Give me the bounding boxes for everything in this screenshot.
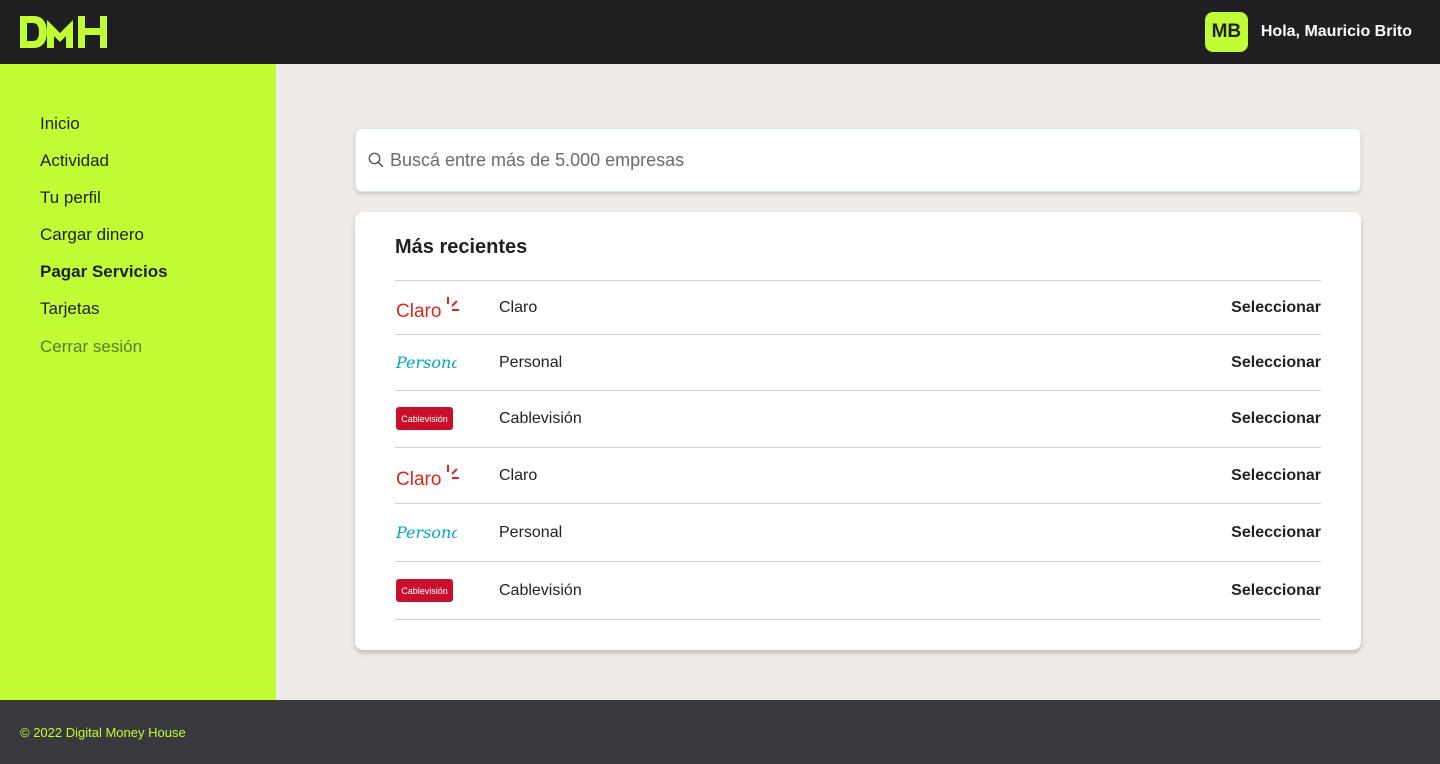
select-button[interactable]: Seleccionar (1231, 582, 1321, 600)
personal-logo: Personal (395, 523, 457, 542)
sidebar-item-pagar-servicios[interactable]: Pagar Servicios (40, 261, 276, 298)
recent-services-card: Más recientes Claro Claro Seleccionar Pe… (355, 212, 1361, 650)
list-item[interactable]: Claro Claro Seleccionar (395, 448, 1321, 504)
svg-text:Cablevisión: Cablevisión (401, 414, 448, 424)
sidebar-item-cerrar-sesion[interactable]: Cerrar sesión (40, 336, 276, 373)
claro-logo: Claro (396, 296, 459, 321)
svg-text:Cablevisión: Cablevisión (401, 586, 448, 596)
personal-logo: Personal (395, 353, 457, 372)
copyright-text: © 2022 Digital Money House (20, 725, 186, 740)
list-item[interactable]: Cablevisión Cablevisión Seleccionar (395, 562, 1321, 620)
select-button[interactable]: Seleccionar (1231, 467, 1321, 485)
footer: © 2022 Digital Money House (0, 700, 1440, 764)
service-name: Personal (499, 523, 563, 541)
select-button[interactable]: Seleccionar (1231, 524, 1321, 542)
service-name: Claro (499, 298, 538, 316)
search-bar[interactable] (355, 128, 1361, 192)
list-item[interactable]: Personal Personal Seleccionar (395, 335, 1321, 391)
avatar[interactable]: MB (1204, 12, 1248, 52)
search-icon (368, 152, 384, 168)
sidebar-item-actividad[interactable]: Actividad (40, 150, 276, 187)
sidebar-item-tarjetas[interactable]: Tarjetas (40, 298, 276, 335)
sidebar-item-cargar-dinero[interactable]: Cargar dinero (40, 224, 276, 261)
service-name: Cablevisión (499, 410, 582, 427)
service-name: Cablevisión (499, 581, 582, 599)
dmh-logo[interactable] (20, 16, 107, 48)
cablevision-logo: Cablevisión (396, 578, 453, 602)
svg-text:Personal: Personal (395, 523, 457, 542)
service-name: Claro (499, 466, 538, 484)
sidebar-item-inicio[interactable]: Inicio (40, 113, 276, 150)
select-button[interactable]: Seleccionar (1231, 410, 1321, 428)
select-button[interactable]: Seleccionar (1231, 299, 1321, 317)
claro-logo: Claro (396, 464, 459, 489)
section-title: Más recientes (395, 234, 1321, 281)
list-item[interactable]: Cablevisión Cablevisión Seleccionar (395, 391, 1321, 448)
search-input[interactable] (390, 149, 1290, 171)
user-menu[interactable]: MB Hola, Mauricio Brito (1204, 12, 1412, 52)
user-greeting[interactable]: Hola, Mauricio Brito (1261, 23, 1412, 41)
svg-text:Claro: Claro (396, 469, 441, 489)
select-button[interactable]: Seleccionar (1231, 354, 1321, 372)
svg-text:Personal: Personal (395, 353, 457, 372)
sidebar: Inicio Actividad Tu perfil Cargar dinero… (0, 64, 276, 700)
sidebar-item-tu-perfil[interactable]: Tu perfil (40, 187, 276, 224)
list-item[interactable]: Claro Claro Seleccionar (395, 281, 1321, 335)
cablevision-logo: Cablevisión (396, 407, 453, 430)
svg-text:Claro: Claro (396, 301, 441, 321)
service-name: Personal (499, 353, 563, 371)
list-item[interactable]: Personal Personal Seleccionar (395, 504, 1321, 562)
top-bar: MB Hola, Mauricio Brito (0, 0, 1440, 64)
